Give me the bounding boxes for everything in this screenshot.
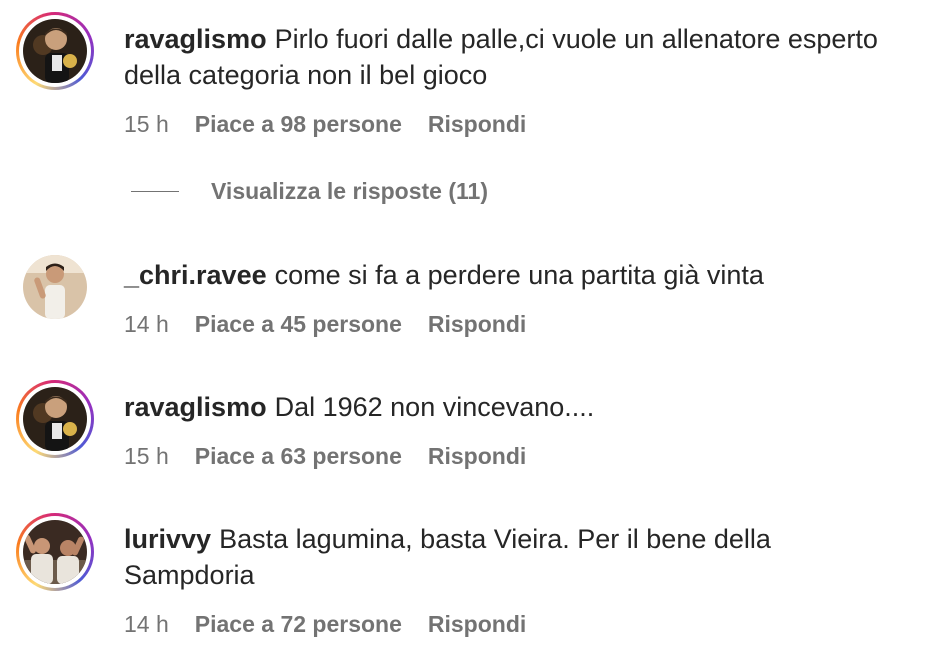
reply-button[interactable]: Rispondi	[428, 443, 526, 470]
replies-divider-line	[131, 191, 179, 192]
avatar-icon	[23, 19, 87, 83]
avatar-story-ring[interactable]	[16, 12, 94, 90]
comment-username[interactable]: ravaglismo	[124, 392, 267, 422]
comment-meta: 14 h Piace a 72 persone Rispondi	[124, 611, 526, 638]
comment-body: come si fa a perdere una partita già vin…	[274, 260, 764, 290]
comment-body: Basta lagumina, basta Vieira. Per il ben…	[124, 524, 771, 590]
comment-username[interactable]: ravaglismo	[124, 24, 267, 54]
comment-username[interactable]: lurivvy	[124, 524, 211, 554]
comment-text: lurivvy Basta lagumina, basta Vieira. Per…	[124, 521, 904, 593]
reply-button[interactable]: Rispondi	[428, 611, 526, 638]
comment-text: ravaglismo Dal 1962 non vincevano....	[124, 389, 904, 425]
reply-button[interactable]: Rispondi	[428, 311, 526, 338]
comment-body: Dal 1962 non vincevano....	[274, 392, 595, 422]
view-replies-label: Visualizza le risposte (11)	[211, 178, 488, 204]
comment-text: ravaglismo Pirlo fuori dalle palle,ci vuo…	[124, 21, 904, 93]
comment-likes[interactable]: Piace a 63 persone	[195, 443, 402, 470]
avatar-story-ring[interactable]	[16, 380, 94, 458]
comment-likes[interactable]: Piace a 45 persone	[195, 311, 402, 338]
comment-likes[interactable]: Piace a 72 persone	[195, 611, 402, 638]
comment-time[interactable]: 14 h	[124, 611, 169, 638]
comment-likes[interactable]: Piace a 98 persone	[195, 111, 402, 138]
view-replies-button[interactable]: Visualizza le risposte (11)	[131, 178, 488, 205]
avatar-icon	[23, 255, 87, 319]
comment-time[interactable]: 14 h	[124, 311, 169, 338]
avatar[interactable]	[16, 248, 94, 326]
comment-meta: 15 h Piace a 63 persone Rispondi	[124, 443, 526, 470]
comment-text: _chri.ravee come si fa a perdere una part…	[124, 257, 904, 293]
comment-time[interactable]: 15 h	[124, 111, 169, 138]
avatar-story-ring[interactable]	[16, 513, 94, 591]
avatar-icon	[23, 387, 87, 451]
comments-list: ravaglismo Pirlo fuori dalle palle,ci vuo…	[0, 0, 932, 652]
reply-button[interactable]: Rispondi	[428, 111, 526, 138]
comment-meta: 15 h Piace a 98 persone Rispondi	[124, 111, 526, 138]
comment-time[interactable]: 15 h	[124, 443, 169, 470]
comment-username[interactable]: _chri.ravee	[124, 260, 267, 290]
avatar-icon	[23, 520, 87, 584]
comment-meta: 14 h Piace a 45 persone Rispondi	[124, 311, 526, 338]
